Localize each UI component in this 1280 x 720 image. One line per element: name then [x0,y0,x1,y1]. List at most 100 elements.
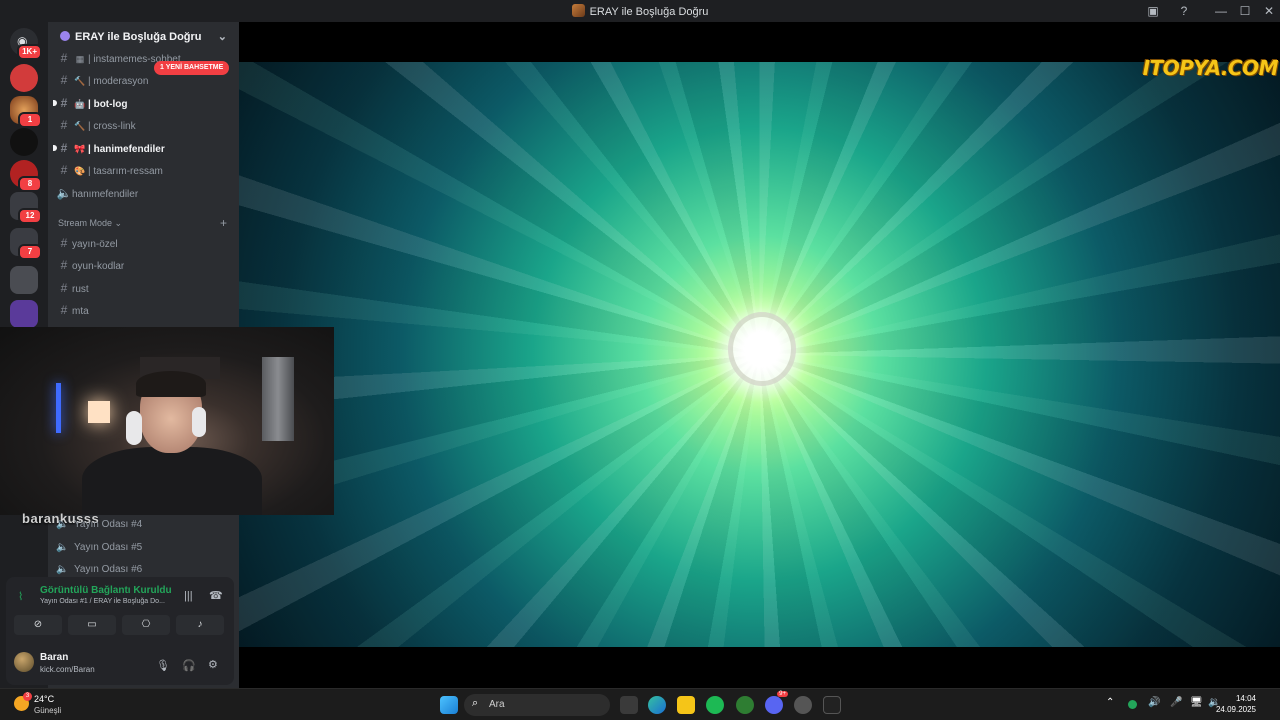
channel-item[interactable]: # 🎨 | tasarım-ressam [56,160,232,180]
channel-item[interactable]: # oyun-kodlar [56,255,232,275]
avatar[interactable] [14,652,34,672]
portal-core [728,312,796,386]
channel-emoji: ▦ [75,54,85,64]
channel-item[interactable]: # 🔨 | cross-link [56,115,232,135]
channel-name: bot-log [93,99,128,110]
microphone-icon[interactable]: 🎤 [1170,697,1182,708]
inbox-icon[interactable]: ▣ [1145,3,1161,19]
streamer-hair [136,371,206,397]
epic-games-icon[interactable] [823,696,841,714]
chrome-icon[interactable] [794,696,812,714]
channel-item[interactable]: # 🤖 | bot-log [53,93,232,113]
chevron-down-icon[interactable]: ⌄ [218,30,227,43]
add-channel-icon[interactable]: + [220,216,227,230]
server-folder-1[interactable]: 12 [10,192,42,224]
server-folder-2[interactable]: 7 [10,228,42,260]
search-box[interactable]: ⌕ Ara [464,694,610,716]
voice-channel-item[interactable]: 🔈hanımefendiler [56,183,232,203]
voice-channel-item[interactable]: 🔈 Yayın Odası #5 [56,538,142,558]
channel-name: mta [72,306,89,317]
voice-channel-item[interactable]: 🔈 Yayın Odası #4 [56,515,142,535]
channel-item[interactable]: # 🎀 | hanimefendiler [53,138,232,158]
server-icon-2[interactable] [10,128,38,156]
webcam-led-light [56,383,61,433]
speaker-icon: 🔈 [56,186,72,200]
stream-video[interactable] [239,62,1280,647]
channel-item[interactable]: # mta [56,300,232,320]
chevron-down-icon: ⌄ [114,218,123,228]
tray-app-icon[interactable] [1128,700,1137,709]
channel-name: Yayın Odası #4 [74,519,143,530]
channel-separator: | [88,54,91,65]
channel-name: tasarım-ressam [93,166,163,177]
voice-channel-path[interactable]: Yayın Odası #1 / ERAY ile Boşluğa Do... [40,598,165,605]
volume-icon[interactable]: 🔊 [1148,697,1160,708]
maximize-icon[interactable]: ☐ [1232,0,1258,22]
app-icon[interactable] [736,696,754,714]
webcam-fridge [262,357,294,441]
server-icon-active[interactable]: 1 [10,96,42,128]
hash-icon: # [60,303,68,317]
channel-name: cross-link [93,121,136,132]
server-folder-3[interactable] [10,266,38,294]
hash-icon: # [60,118,68,132]
edge-icon[interactable] [648,696,666,714]
task-view-icon[interactable] [620,696,638,714]
clock-time[interactable]: 14:04 [1236,694,1256,703]
server-folder-4[interactable] [10,300,38,328]
camera-off-button[interactable]: ⊘ [14,615,62,635]
hash-icon: # [60,236,68,250]
headset-icon[interactable]: 🎧 [182,659,196,672]
chevron-up-icon[interactable]: ⌃ [1106,697,1114,708]
soundboard-button[interactable]: ♪ [176,615,224,635]
help-icon[interactable]: ? [1176,3,1192,19]
window-title: ERAY ile Boşluğa Doğru [0,4,1280,18]
headphone-right [192,407,206,437]
network-icon[interactable]: 🖥 [1190,697,1203,708]
weather-condition[interactable]: Güneşli [34,706,61,715]
channel-name: yayın-özel [72,239,118,250]
noise-suppression-icon[interactable]: ||| [184,590,193,602]
weather-badge: 3 [23,692,32,701]
headphone-left [126,411,142,445]
voice-status[interactable]: Görüntülü Bağlantı Kuruldu [40,585,172,596]
channel-name: Yayın Odası #5 [74,542,143,553]
server-icon-1[interactable] [10,64,38,92]
screen-share-button[interactable]: ▭ [68,615,116,635]
speaker-icon: 🔈 [56,519,69,530]
server-badge: 1 [18,112,42,128]
server-icon-3[interactable]: 8 [10,160,42,192]
channel-emoji: 🔨 [74,121,86,131]
channel-name: hanımefendiler [72,189,139,200]
category-header[interactable]: Stream Mode ⌄ [58,218,122,229]
file-explorer-icon[interactable] [677,696,695,714]
windows-taskbar: 3 24°C Güneşli ⌕ Ara 9+ ⌃ 🔊 🎤 🖥 🔉 14:04 … [0,688,1280,720]
disconnect-icon[interactable]: ☎ [209,589,223,602]
direct-messages-button[interactable]: ◉ 1K+ [10,28,42,60]
activities-button[interactable]: ⎔ [122,615,170,635]
start-icon[interactable] [440,696,458,714]
hash-icon: # [60,163,68,177]
webcam-overlay [0,327,334,515]
gear-icon[interactable]: ⚙ [208,658,218,671]
channel-name: Yayın Odası #6 [74,564,143,575]
spotify-icon[interactable] [706,696,724,714]
channel-item[interactable]: # yayın-özel [56,233,232,253]
channel-name: oyun-kodlar [72,261,125,272]
channel-emoji: 🎀 [74,144,86,154]
channel-item[interactable]: # 🔨 | moderasyon [56,70,232,90]
channel-item[interactable]: # rust [56,278,232,298]
user-panel: Baran kick.com/Baran 🎙 🎧 ⚙ [6,647,234,683]
server-name: ERAY ile Boşluğa Doğru [75,31,202,43]
channel-emoji: 🎨 [74,166,86,176]
discord-icon[interactable]: 9+ [765,691,788,714]
weather-temp[interactable]: 24°C [34,694,54,704]
signal-icon[interactable]: ⌇ [18,590,23,603]
channel-separator: | [88,166,91,177]
microphone-icon[interactable]: 🎙 [156,659,170,672]
minimize-icon[interactable]: — [1208,0,1234,22]
clock-date[interactable]: 24.09.2025 [1216,705,1256,714]
user-name[interactable]: Baran [40,652,68,663]
channel-separator: | [88,121,91,132]
close-icon[interactable]: ✕ [1256,0,1280,22]
